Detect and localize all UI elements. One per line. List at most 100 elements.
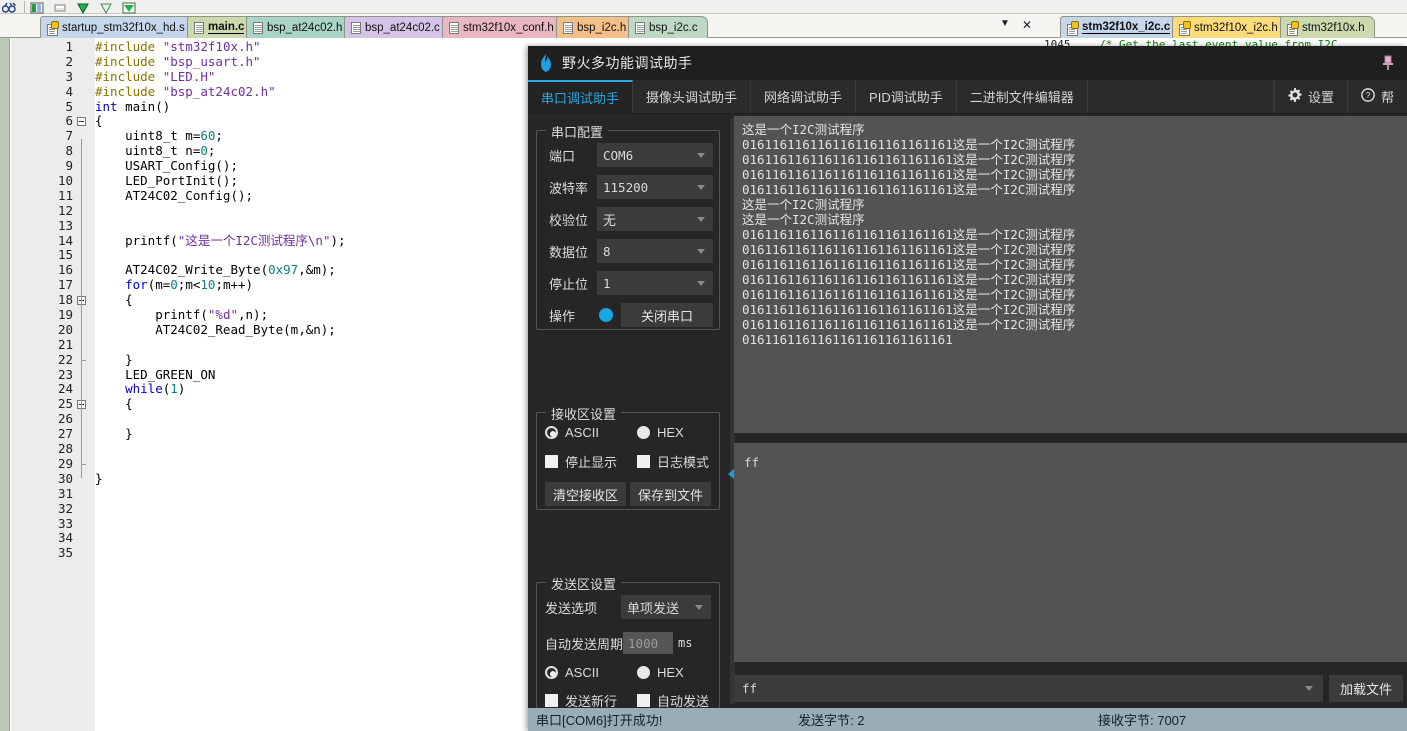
line-number: 34 [57,530,73,546]
send-option-select[interactable]: 单项发送 [621,595,711,619]
document-icon [194,21,204,34]
code-line-text: while(1) [125,381,186,397]
pin-icon[interactable] [1381,55,1395,71]
clear-bookmark-icon[interactable] [53,1,67,13]
serial-config-select-1[interactable]: 115200 [597,175,713,199]
send-settings-title: 发送区设置 [546,574,622,593]
editor-tab-left-5[interactable]: bsp_i2c.h [556,16,637,38]
save-to-file-button[interactable]: 保存到文件 [630,482,711,506]
recv-hex-radio[interactable]: HEX [637,425,684,440]
line-number: 29 [57,455,73,471]
tab-list-chevron-icon[interactable]: ▼ [1000,18,1010,32]
line-number: 7 [65,128,73,144]
serial-config-select-2[interactable]: 无 [597,207,713,231]
app-title: 野火多功能调试助手 [562,55,693,71]
help-icon: ? [1361,88,1375,105]
bookmark-icon[interactable] [30,1,44,14]
code-line-text: { [95,292,133,308]
app-tab-2[interactable]: 网络调试助手 [751,80,857,113]
serial-debug-assistant-window: 野火多功能调试助手 串口调试助手 摄像头调试助手 网络调试助手 PID调试助手 二进制文… [528,46,1407,731]
code-line-text: #include "stm32f10x.h" [95,39,261,54]
tab-close-icon[interactable]: ✕ [1022,18,1032,32]
code-line-text: #include "bsp_usart.h" [95,53,261,69]
line-number: 27 [57,426,73,442]
close-serial-port-button[interactable]: 关闭串口 [621,303,713,327]
all-bookmarks-icon[interactable] [122,1,136,14]
editor-tab-label: bsp_at24c02.h [267,21,343,34]
clear-receive-area-button[interactable]: 清空接收区 [545,482,626,506]
key-file-icon [47,20,59,36]
editor-tab-right-0[interactable]: stm32f10x_i2c.c [1060,16,1181,38]
line-number: 13 [57,217,73,233]
code-line-text: USART_Config(); [95,158,238,174]
line-number: 4 [65,83,73,99]
auto-send-period-input[interactable]: 1000 [623,632,674,654]
editor-tab-left-6[interactable]: bsp_i2c.c [628,16,708,38]
editor-tab-right-1[interactable]: stm32f10x_i2c.h [1172,16,1288,38]
serial-config-select-3[interactable]: 8 [597,239,713,263]
binoculars-icon[interactable] [1,1,16,13]
receive-settings-group: 接收区设置 ASCII HEX 停止显示 日志模式 清空接收区 保存到文件 [536,404,720,510]
checkbox-indicator-icon [545,694,558,707]
editor-tab-left-0[interactable]: startup_stm32f10x_hd.s [40,16,195,38]
send-option-label: 发送选项 [545,600,598,616]
send-hex-radio[interactable]: HEX [637,665,684,680]
app-tab-4[interactable]: 二进制文件编辑器 [957,80,1088,113]
receive-textarea[interactable]: 这是一个I2C测试程序 0161161161161161161161161161… [734,116,1407,433]
editor-tab-left-2[interactable]: bsp_at24c02.h [246,16,353,38]
prev-bookmark-icon[interactable] [99,1,113,15]
document-icon [351,21,361,34]
serial-config-select-4[interactable]: 1 [597,271,713,295]
serial-config-row: 端口 COM6 [543,143,713,167]
editor-left-margin [0,38,10,731]
line-number: 26 [57,411,73,427]
radio-indicator-icon [545,666,558,679]
load-file-button[interactable]: 加载文件 [1329,675,1403,702]
editor-tabstrip-right: stm32f10x_i2c.c stm32f10x_i2c.h stm32f10x.… [1040,14,1407,38]
app-tab-3[interactable]: PID调试助手 [856,80,957,113]
editor-tab-label: stm32f10x.h [1302,21,1365,34]
log-mode-label: 日志模式 [657,455,710,470]
line-number: 12 [57,202,73,218]
editor-tab-right-2[interactable]: stm32f10x.h [1280,16,1375,38]
app-tab-0[interactable]: 串口调试助手 [528,80,634,113]
code-line-text: LED_PortInit(); [95,173,238,189]
app-tab-1[interactable]: 摄像头调试助手 [633,80,752,113]
log-mode-checkbox[interactable]: 日志模式 [637,452,709,471]
line-number: 6 [65,113,73,129]
editor-tab-left-1[interactable]: main.c [187,16,255,38]
serial-config-select-0[interactable]: COM6 [597,143,713,167]
send-textarea[interactable]: ff [734,443,1407,662]
editor-tab-left-4[interactable]: stm32f10x_conf.h [442,16,564,38]
send-hex-label: HEX [657,665,684,680]
code-line-text: { [95,113,103,129]
app-right-tab-label: 设置 [1307,90,1334,105]
editor-tab-label: stm32f10x_i2c.c [1082,21,1171,34]
radio-indicator-icon [637,666,650,679]
code-line-text: for(m=0;m<10;m++) [125,277,254,293]
code-line-text: #include "bsp_at24c02.h" [95,83,276,99]
next-bookmark-icon[interactable] [76,1,90,15]
serial-config-value: 1 [603,275,611,291]
editor-tab-label: stm32f10x_conf.h [463,21,554,34]
right-editor-code-preview: 1045 /* Get the last event value from I2… [1044,38,1407,46]
line-number: 22 [57,351,73,367]
send-command-value: ff [742,681,758,696]
app-help-button[interactable]: ? 帮 [1346,80,1407,113]
editor-tab-left-3[interactable]: bsp_at24c02.c [344,16,450,38]
app-settings-button[interactable]: 设置 [1273,80,1347,113]
code-line-text: } [95,351,133,367]
recv-ascii-radio[interactable]: ASCII [545,425,637,440]
stop-display-checkbox[interactable]: 停止显示 [545,452,637,471]
serial-config-label: 波特率 [549,180,589,196]
fold-toggle-icon[interactable] [77,117,86,127]
line-number: 2 [65,53,73,69]
serial-config-value: 8 [603,243,611,259]
send-ascii-radio[interactable]: ASCII [545,665,637,680]
editor-tab-label: bsp_at24c02.c [365,21,440,34]
editor-tab-label: main.c [208,21,245,34]
chevron-down-icon[interactable] [1305,686,1313,691]
radio-indicator-icon [545,426,558,439]
send-command-input[interactable]: ff [734,675,1323,702]
line-number: 16 [57,262,73,278]
